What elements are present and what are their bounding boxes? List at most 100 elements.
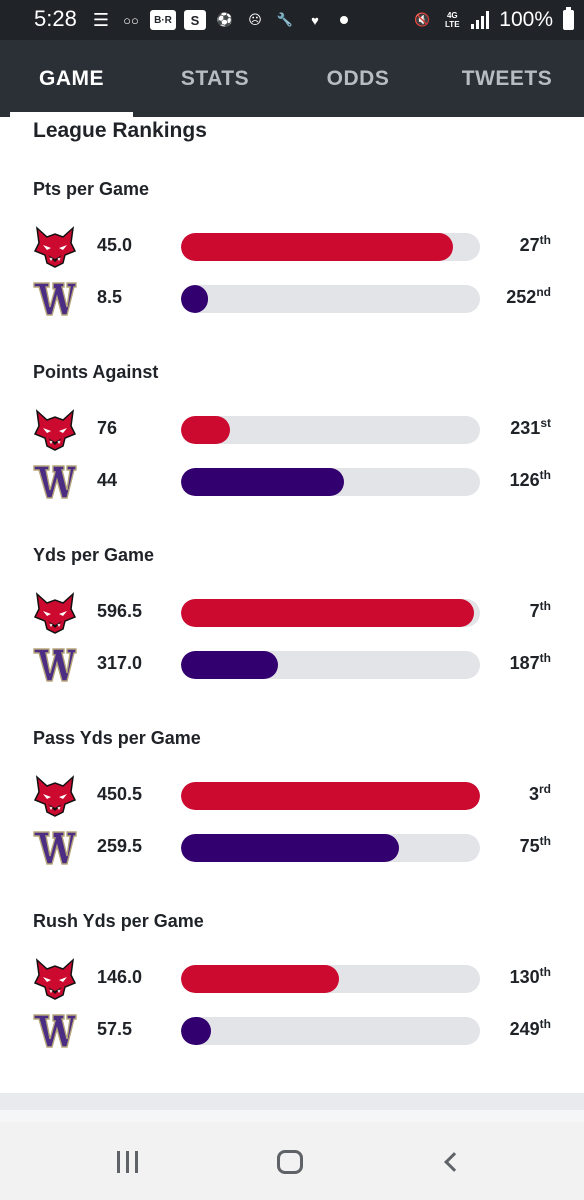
red-wolves-logo [33,408,77,452]
wrench-icon: 🔧 [276,12,294,27]
section-title: Pass Yds per Game [33,728,201,748]
red-wolves-logo [33,591,77,635]
more-notifications-icon [340,16,348,24]
stat-bar-track [181,233,480,261]
ranking-row: 450.5 3rd [0,775,584,817]
voicemail-icon: ○○ [123,12,139,28]
espn-icon: ☰ [92,9,110,30]
stat-bar-track [181,965,480,993]
mute-icon: 🔇 [414,12,431,27]
league-rank: 126th [510,468,551,491]
tab-odds[interactable]: ODDS [305,40,411,117]
sports-ball-icon: ⚽ [216,12,234,27]
section-title: Points Against [33,362,159,382]
signal-icon [471,11,490,29]
section-title: Rush Yds per Game [33,911,204,931]
rank-number: 130 [509,967,540,987]
tab-stats[interactable]: STATS [160,40,270,117]
heart-icon: ♥ [311,12,319,28]
rank-number: 3 [528,784,539,804]
stat-bar-track [181,782,480,810]
section-title: Pts per Game [33,179,150,199]
ranking-row: 596.5 7th [0,591,584,635]
rank-suffix: th [539,233,551,247]
lte-icon: 4G LTE [445,11,460,29]
tab-tweets[interactable]: TWEETS [440,40,574,117]
ranking-row: 44 126th [0,462,584,502]
red-wolves-logo [33,225,77,269]
stat-value: 146.0 [97,967,143,987]
stat-bar-track [181,599,480,627]
rank-suffix: st [540,416,551,430]
bleacher-report-icon: B·R [150,10,176,30]
rank-suffix: th [539,468,551,482]
card-title: League Rankings [33,119,207,142]
stat-value: 44 [97,470,118,490]
stat-bar-fill [181,651,278,679]
stat-bar-track [181,416,480,444]
status-time: 5:28 [34,6,77,31]
league-rank: 75th [519,834,551,857]
rank-number: 27 [519,235,540,255]
stat-bar-track [181,1017,480,1045]
stat-bar-track [181,285,480,313]
league-rank: 7th [529,599,551,622]
stat-value: 76 [97,418,118,438]
system-icons: 🔇 4G LTE 100% [411,7,574,33]
ranking-row: 8.5 252nd [0,279,584,319]
stat-bar-fill [181,599,474,627]
stat-value: 596.5 [97,601,143,621]
tab-bar: GAME STATS ODDS TWEETS [0,40,584,117]
battery-icon [563,7,574,30]
navigation-bar [0,1122,584,1200]
league-rankings-card: League Rankings Pts per Game 45.0 27th 8.5 2… [0,117,584,1093]
stat-bar-fill [181,285,208,313]
rank-number: 249 [509,1019,540,1039]
red-wolves-logo [33,957,77,1001]
stat-bar-fill [181,1017,211,1045]
ranking-row: 57.5 249th [0,1011,584,1051]
league-rank: 231st [510,416,551,439]
ranking-row: 146.0 130th [0,957,584,1001]
league-rank: 3rd [528,782,551,805]
rank-suffix: th [539,965,551,979]
stat-bar-fill [181,233,453,261]
rank-number: 7 [529,601,540,621]
stat-bar-fill [181,468,344,496]
rank-number: 187 [509,653,540,673]
back-button[interactable] [424,1142,484,1182]
stat-value: 450.5 [97,784,143,804]
washington-logo [33,826,77,870]
battery-percent: 100% [499,8,553,31]
tab-game[interactable]: GAME [10,40,133,117]
league-rank: 249th [509,1017,551,1040]
rank-suffix: th [539,651,551,665]
league-rank: 130th [509,965,551,988]
notification-icons: ☰ ○○ B·R S ⚽ ☹ 🔧 ♥ [90,8,348,32]
rank-suffix: th [539,834,551,848]
home-button[interactable] [260,1142,320,1182]
stat-bar-track [181,468,480,496]
stat-value: 45.0 [97,235,133,255]
rank-number: 75 [519,836,540,856]
rank-suffix: th [539,1017,551,1031]
league-rank: 27th [519,233,551,256]
stat-value: 8.5 [97,287,123,307]
league-rank: 187th [509,651,551,674]
stat-bar-fill [181,782,480,810]
washington-logo [33,643,77,687]
ranking-row: 76 231st [0,408,584,452]
recents-button[interactable] [97,1142,157,1182]
recents-icon [116,1151,138,1173]
league-rank: 252nd [506,285,551,308]
status-bar: 5:28 ☰ ○○ B·R S ⚽ ☹ 🔧 ♥ 🔇 4G LTE 100% [0,0,584,40]
ranking-row: 45.0 27th [0,225,584,269]
mask-icon: ☹ [248,12,262,27]
stat-value: 317.0 [97,653,143,673]
stat-value: 57.5 [97,1019,133,1039]
rank-number: 252 [506,287,537,307]
stat-bar-fill [181,834,399,862]
rank-suffix: rd [539,782,551,796]
washington-logo [33,277,77,321]
home-icon [277,1150,303,1174]
